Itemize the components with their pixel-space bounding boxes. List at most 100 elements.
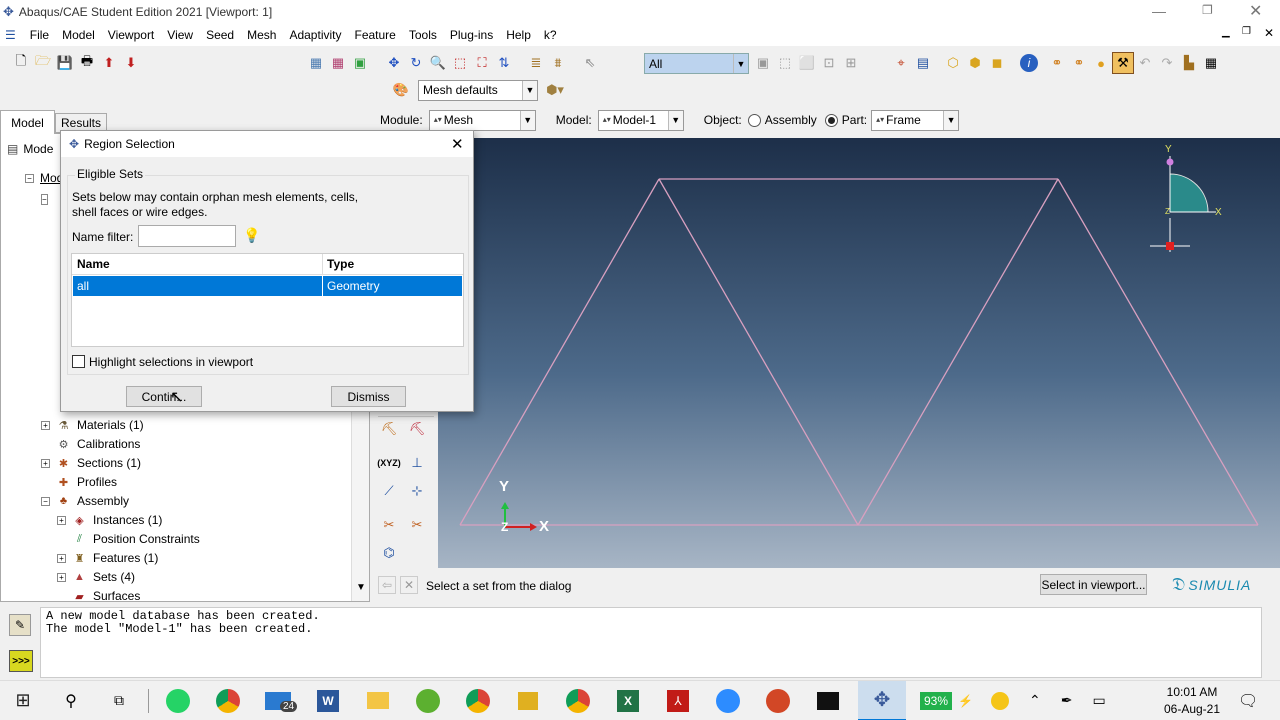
- box-zoom-icon[interactable]: ⬚: [449, 52, 471, 74]
- expand-icon[interactable]: +: [41, 458, 50, 468]
- tools-active-icon[interactable]: ⚒: [1112, 52, 1134, 74]
- assembly-radio[interactable]: [747, 113, 761, 127]
- tree-item[interactable]: ⫽ Position Constraints: [57, 530, 200, 548]
- tab-model[interactable]: Model: [0, 110, 55, 134]
- torrent-icon[interactable]: [408, 681, 448, 720]
- close-window-button[interactable]: ✕: [1249, 1, 1262, 21]
- task-view-icon[interactable]: ⧉: [99, 681, 139, 720]
- column-header-name[interactable]: Name: [77, 257, 110, 271]
- tree-item[interactable]: + ▲ Sets (4): [57, 568, 135, 586]
- app-menu-icon[interactable]: ☰: [5, 28, 16, 42]
- continue-button[interactable]: Contin...: [126, 386, 202, 407]
- tree-item[interactable]: + ◈ Instances (1): [57, 511, 162, 529]
- sketch-icon[interactable]: ⌬: [378, 542, 400, 564]
- menu-item-adaptivity[interactable]: Adaptivity: [289, 28, 341, 42]
- palette-icon[interactable]: 🎨: [390, 79, 412, 101]
- action-center-icon[interactable]: 🗨: [1238, 691, 1258, 711]
- menu-item-tools[interactable]: Tools: [409, 28, 437, 42]
- module-dropdown[interactable]: ▴▾ Mesh ▼: [428, 109, 536, 131]
- datum-axis-icon[interactable]: ⊹: [406, 480, 428, 502]
- save-icon[interactable]: 💾: [54, 52, 76, 74]
- menu-item-help[interactable]: Help: [506, 28, 531, 42]
- expand-icon[interactable]: +: [57, 553, 66, 563]
- chrome-profile-icon[interactable]: [458, 681, 498, 720]
- virtual-topology-icon[interactable]: ✂: [406, 514, 428, 536]
- datum-plane-icon[interactable]: ⟋: [378, 480, 400, 502]
- model-dropdown[interactable]: ▴▾ Model-1 ▼: [597, 109, 684, 131]
- mesh-display-icon[interactable]: ⬢▾: [544, 79, 566, 101]
- mesh-defaults-dropdown[interactable]: Mesh defaults ▼: [418, 79, 538, 101]
- name-filter-input[interactable]: [138, 225, 236, 247]
- chrome-2-icon[interactable]: [558, 681, 598, 720]
- lightbulb-icon[interactable]: 💡: [243, 227, 260, 244]
- mesh-part-icon[interactable]: ▦: [305, 52, 327, 74]
- tree-item[interactable]: ✚ Profiles: [41, 473, 117, 491]
- menu-item-viewport[interactable]: Viewport: [108, 28, 154, 42]
- powerpoint-icon[interactable]: [758, 681, 798, 720]
- mesh-controls-icon[interactable]: ⛏: [378, 418, 400, 440]
- pan-icon[interactable]: ✥: [383, 52, 405, 74]
- table-icon[interactable]: ▤: [912, 52, 934, 74]
- new-file-icon[interactable]: 🗋: [10, 52, 32, 74]
- menu-item-seed[interactable]: Seed: [206, 28, 234, 42]
- query-icon[interactable]: ⌖: [890, 52, 912, 74]
- minimize-window-button[interactable]: —: [1152, 3, 1166, 19]
- show-hidden-icons-icon[interactable]: ⌃: [1029, 692, 1041, 709]
- security-app-icon[interactable]: [508, 681, 548, 720]
- iso-view-icon[interactable]: ⬡: [942, 52, 964, 74]
- word-icon[interactable]: W: [308, 681, 348, 720]
- datum-csys-icon[interactable]: ⊥: [406, 452, 428, 474]
- part-radio[interactable]: [824, 113, 838, 127]
- auto-fit-icon[interactable]: ⛶: [471, 52, 493, 74]
- print-icon[interactable]: 🖶: [76, 52, 98, 74]
- layout-icon[interactable]: ▙: [1178, 52, 1200, 74]
- part-dropdown[interactable]: ▴▾ Frame ▼: [871, 109, 960, 131]
- tree-item[interactable]: ▰ Surfaces: [57, 587, 140, 605]
- tree-item[interactable]: − ♣ Assembly: [41, 492, 129, 510]
- cube-view-icon[interactable]: ◼: [986, 52, 1008, 74]
- select-all-icon[interactable]: ▣: [752, 52, 774, 74]
- front-view-icon[interactable]: ⬢: [964, 52, 986, 74]
- collapse-icon[interactable]: −: [41, 194, 48, 205]
- expand-icon[interactable]: +: [41, 420, 50, 430]
- tree-item[interactable]: + ✱ Sections (1): [41, 454, 141, 472]
- tree-item[interactable]: + ⚗ Materials (1): [41, 416, 144, 434]
- magnify-icon[interactable]: 🔍: [427, 52, 449, 74]
- mdi-close-button[interactable]: ✕: [1264, 26, 1274, 40]
- boolean-intersect-icon[interactable]: ⚭: [1068, 52, 1090, 74]
- column-header-type[interactable]: Type: [327, 257, 354, 271]
- back-arrow-icon[interactable]: ⇦: [378, 576, 396, 594]
- rotate-icon[interactable]: ↻: [405, 52, 427, 74]
- menu-item-file[interactable]: File: [30, 28, 49, 42]
- redo-icon[interactable]: ↷: [1156, 52, 1178, 74]
- menu-item-model[interactable]: Model: [62, 28, 95, 42]
- message-area-icon[interactable]: ✎: [9, 614, 31, 636]
- collapse-icon[interactable]: −: [41, 496, 50, 506]
- battery-indicator[interactable]: 93%: [920, 691, 953, 710]
- terminal-icon[interactable]: [808, 681, 848, 720]
- acrobat-icon[interactable]: ⅄: [658, 681, 698, 720]
- import-icon[interactable]: ⬆: [98, 52, 120, 74]
- select-cells-icon[interactable]: ⊡: [818, 52, 840, 74]
- open-file-icon[interactable]: 🗁: [32, 52, 54, 74]
- selection-filter-dropdown[interactable]: All ▼: [644, 53, 749, 74]
- views-icon[interactable]: ≣: [525, 52, 547, 74]
- whatsapp-icon[interactable]: [158, 681, 198, 720]
- mesh-assembly-icon[interactable]: ▣: [349, 52, 371, 74]
- select-edges-icon[interactable]: ⊞: [840, 52, 862, 74]
- export-icon[interactable]: ⬇: [120, 52, 142, 74]
- boolean-union-icon[interactable]: ⚭: [1046, 52, 1068, 74]
- python-console-icon[interactable]: >>>: [9, 650, 33, 672]
- abaqus-taskbar-icon[interactable]: ✥: [858, 680, 906, 720]
- mdi-restore-button[interactable]: ❐: [1242, 26, 1251, 37]
- xyz-coord-icon[interactable]: (XYZ): [377, 452, 401, 474]
- select-arrow-icon[interactable]: ⇖: [579, 52, 601, 74]
- dialog-close-icon[interactable]: ✕: [451, 135, 464, 153]
- table-row[interactable]: all Geometry: [73, 276, 462, 296]
- drag-shape-icon[interactable]: ⬜: [796, 52, 818, 74]
- undo-icon[interactable]: ↶: [1134, 52, 1156, 74]
- cancel-x-icon[interactable]: ✕: [400, 576, 418, 594]
- pen-icon[interactable]: ✒: [1061, 692, 1073, 709]
- scroll-down-icon[interactable]: ▼: [356, 582, 366, 593]
- ladder-icon[interactable]: ⩩: [547, 52, 569, 74]
